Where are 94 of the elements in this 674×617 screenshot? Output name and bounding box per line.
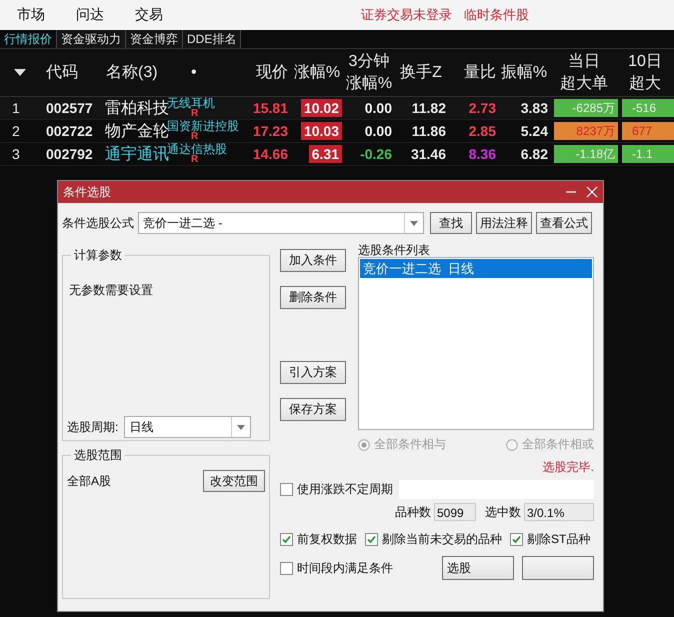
button[interactable]: 选股 [442,556,514,580]
scope-text: 全部A股 [67,472,112,490]
stock-code: 002577 [45,100,94,116]
order-bar: 8237万 [554,122,618,140]
price-cell-text: 17.23 [252,123,289,139]
tab[interactable]: DDE排名 [183,30,242,48]
button[interactable]: 查看公式 [536,212,592,234]
checkbox[interactable] [510,533,523,546]
button[interactable] [522,556,594,580]
checkbox-label: 时间段内满足条件 [297,560,393,576]
checkbox[interactable] [280,562,293,574]
menu-item[interactable]: 问达 [76,6,104,24]
checkbox[interactable] [280,483,293,496]
amplitude-cell-text: 3.83 [520,100,549,116]
list-label: 选股条件列表 [358,243,431,257]
order-bar: -6285万 [554,99,618,117]
status-text: 临时条件股 [464,6,529,24]
formula-dropdown[interactable]: 竞价一进二选 - [138,212,424,234]
stock-code: 002722 [45,123,94,139]
order-bar: -516 [622,99,674,117]
button[interactable]: 改变范围 [203,470,265,492]
status-text: 证券交易未登录 [361,6,452,24]
turnover-cell-text: 11.82 [410,100,447,116]
change-cell-text: 0.00 [364,123,393,139]
volume-ratio-cell-text: 2.73 [468,100,497,116]
order-bar: -1.18亿 [554,145,618,163]
volume-ratio-cell-text: 2.85 [468,123,497,139]
volume-ratio-cell-text: 8.36 [468,146,497,162]
stock-name: 雷柏科技 [104,100,169,118]
tab[interactable]: 资金博弈 [126,30,183,48]
dropdown-arrow-icon[interactable] [410,220,418,226]
field-label: 选中数 [485,504,521,520]
count-field: 3/0.1% [524,503,594,521]
row-number: 2 [11,123,21,139]
change-badge: 10.02 [300,99,342,117]
result-text: 选股完毕. [542,459,594,476]
radio-label: 全部条件相与 [374,436,446,453]
dropdown-arrow-icon[interactable] [237,424,246,430]
group-title: 计算参数 [73,247,123,264]
close-icon[interactable] [586,186,598,198]
column-header[interactable]: 量比 [450,62,500,84]
order-bar: 677 [622,122,674,140]
info-text: 无参数需要设置 [69,282,154,299]
row-number: 1 [11,100,21,116]
column-header[interactable]: • [185,62,250,84]
turnover-cell-text: 11.86 [410,123,447,139]
checkbox[interactable] [365,533,378,546]
column-header[interactable]: 振幅% [500,62,552,84]
change-cell-text: -0.26 [359,146,393,162]
change-badge: 6.31 [308,145,342,163]
change-cell-text: 0.00 [364,100,393,116]
button[interactable]: 查找 [430,212,472,234]
button[interactable]: 用法注释 [476,212,532,234]
price-cell-text: 14.66 [252,146,289,162]
turnover-cell-text: 31.46 [410,146,447,162]
amplitude-cell-text: 6.82 [520,146,549,162]
stock-code: 002792 [45,146,94,162]
column-header[interactable]: 涨幅% [292,62,346,84]
field-label: 品种数 [395,504,431,520]
checkbox-label: 前复权数据 [297,531,357,548]
checkbox-label: 剔除当前未交易的品种 [382,531,502,548]
button[interactable]: 删除条件 [280,286,346,309]
change-badge: 10.03 [300,122,342,140]
sort-icon[interactable] [14,68,26,76]
radio-label: 全部条件相或 [522,436,594,453]
tab[interactable]: 资金驱动力 [57,30,126,48]
stock-name: 通宇通讯 [104,146,169,164]
group-title: 选股范围 [73,447,123,464]
column-header[interactable]: 代码 [40,62,100,84]
checkbox-label: 使用涨跌不定周期 [297,481,393,498]
price-cell-text: 15.81 [252,100,289,116]
button[interactable]: 加入条件 [280,249,346,272]
dialog-title: 条件选股 [63,184,112,200]
column-header[interactable]: 现价 [250,62,292,84]
column-header[interactable]: 3分钟 涨幅% [346,50,396,94]
checkbox[interactable] [280,533,293,546]
field-label: 选股周期: [67,418,118,436]
row-number: 3 [11,146,21,162]
order-bar: -1.1 [622,145,674,163]
amplitude-cell-text: 5.24 [520,123,549,139]
checkbox-label: 剔除ST品种 [527,531,590,548]
field-label: 条件选股公式 [62,214,134,232]
count-field: 5099 [434,503,476,521]
column-header[interactable]: 换手Z [396,62,450,84]
column-header[interactable]: 名称(3) [100,62,185,84]
period-dropdown[interactable]: 日线 [124,416,252,438]
list-item[interactable]: 竞价一进二选 日线 [360,259,592,278]
column-header[interactable]: 10日 超大 [620,50,674,94]
menu-item[interactable]: 市场 [17,6,45,24]
column-header[interactable]: 当日 超大单 [552,50,620,94]
stock-name: 物产金轮 [104,122,169,142]
menu-item[interactable]: 交易 [135,6,163,24]
button[interactable]: 引入方案 [280,361,346,384]
button[interactable]: 保存方案 [280,398,346,421]
